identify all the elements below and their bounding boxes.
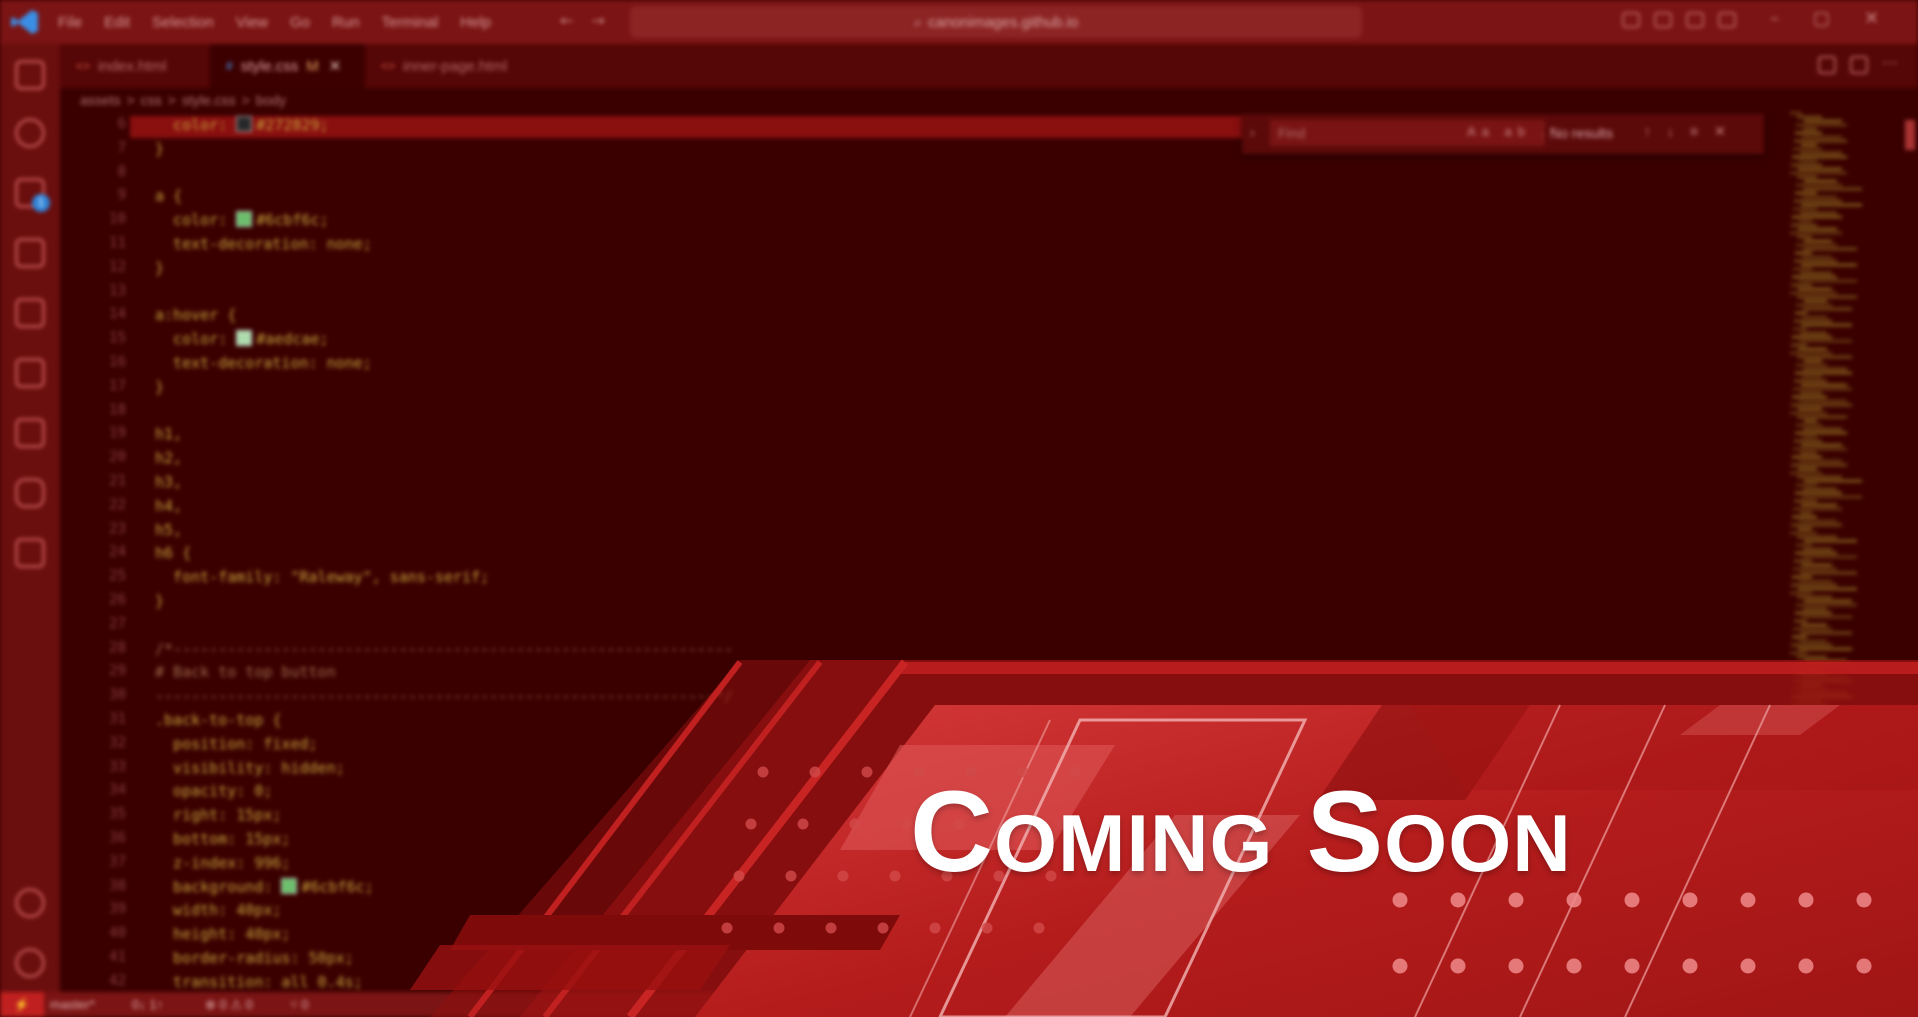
banner-dot xyxy=(1566,958,1582,974)
banner-dot xyxy=(745,818,757,830)
banner-dot xyxy=(797,818,809,830)
banner-dot xyxy=(809,766,821,778)
banner-dot xyxy=(721,922,733,934)
banner-dot xyxy=(1392,958,1408,974)
banner-dot xyxy=(889,870,901,882)
banner-dot xyxy=(785,870,797,882)
banner-dot xyxy=(733,870,745,882)
banner-dot xyxy=(981,922,993,934)
banner-dot xyxy=(1682,958,1698,974)
coming-soon-headline: Coming Soon xyxy=(910,768,1572,896)
banner-dot xyxy=(1450,958,1466,974)
banner-dot xyxy=(1740,958,1756,974)
banner-dot xyxy=(837,870,849,882)
banner-dot xyxy=(1856,892,1872,908)
banner-stripe-outline xyxy=(893,662,1918,674)
banner-dot xyxy=(1508,958,1524,974)
banner-dot xyxy=(1682,892,1698,908)
banner-dot xyxy=(1740,892,1756,908)
banner-dot xyxy=(849,818,861,830)
banner-dot xyxy=(877,922,889,934)
banner-dot xyxy=(1624,892,1640,908)
banner-dot xyxy=(773,922,785,934)
banner-dot xyxy=(757,766,769,778)
banner-dot xyxy=(1856,958,1872,974)
banner-dot xyxy=(1624,958,1640,974)
banner-dot xyxy=(1033,922,1045,934)
banner-dot xyxy=(1798,892,1814,908)
banner-dot xyxy=(929,922,941,934)
banner-dot xyxy=(1798,958,1814,974)
banner-dot xyxy=(825,922,837,934)
banner-accent-band xyxy=(410,945,730,990)
banner-dot xyxy=(861,766,873,778)
